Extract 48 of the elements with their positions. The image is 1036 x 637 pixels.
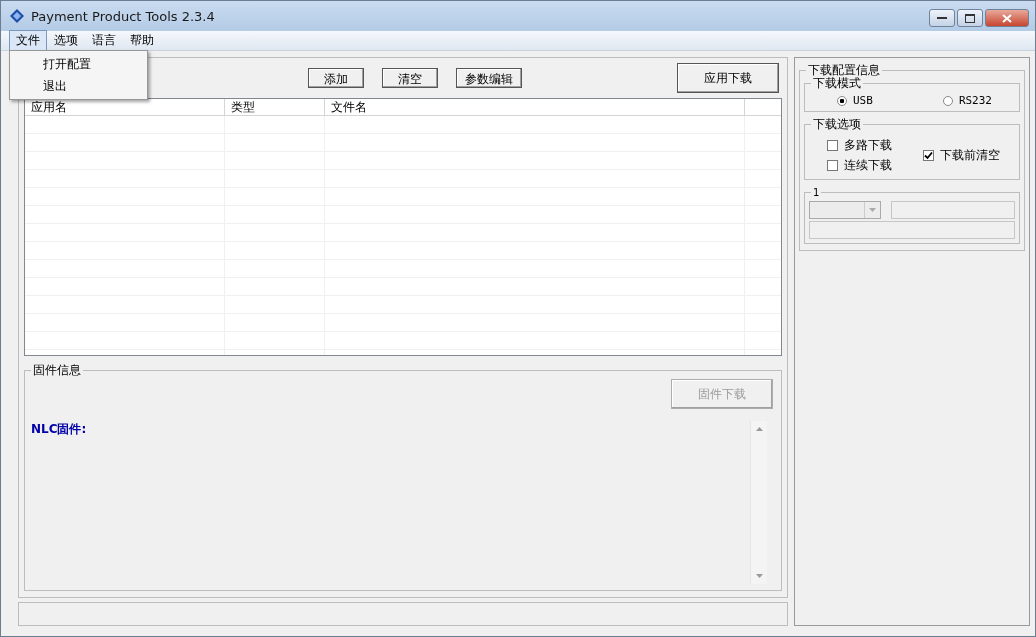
firmware-label: NLC固件: <box>31 421 88 438</box>
radio-label: USB <box>853 94 873 107</box>
menu-item[interactable]: 文件 <box>9 30 47 51</box>
checkbox[interactable] <box>827 139 838 151</box>
checkbox-label: 多路下载 <box>844 136 892 154</box>
checkbox-label: 连续下载 <box>844 156 892 174</box>
checkbox[interactable] <box>827 159 838 171</box>
check-icon <box>924 150 933 160</box>
download-button[interactable]: 应用下载 <box>677 63 779 93</box>
checkbox-option[interactable]: 下载前清空 <box>923 135 1015 175</box>
radio-button[interactable] <box>942 95 953 106</box>
menu-option[interactable]: 打开配置 <box>10 53 147 75</box>
close-button[interactable] <box>985 9 1029 27</box>
toolbar-button[interactable]: 清空 <box>382 68 438 88</box>
checkbox-option[interactable]: 连续下载 <box>827 155 923 175</box>
group-title: 下载选项 <box>811 117 863 131</box>
column-header[interactable]: 类型 <box>225 99 325 115</box>
scrollbar[interactable] <box>750 421 767 584</box>
group-title: 下载配置信息 <box>806 63 882 77</box>
minimize-button[interactable] <box>929 9 955 27</box>
checkbox-option[interactable]: 多路下载 <box>827 135 923 155</box>
radio-label: RS232 <box>958 94 992 107</box>
column-header[interactable]: 应用名 <box>25 99 225 115</box>
radio-button[interactable] <box>837 95 847 106</box>
menu-item[interactable]: 帮助 <box>123 30 161 51</box>
menu-item[interactable]: 选项 <box>47 30 85 51</box>
menu-item[interactable]: 语言 <box>85 30 123 51</box>
window-title: Payment Product Tools 2.3.4 <box>31 8 215 24</box>
maximize-icon <box>965 13 975 23</box>
text-field[interactable] <box>891 201 1015 219</box>
toolbar-button[interactable]: 参数编辑 <box>456 68 522 88</box>
group-title: 固件信息 <box>31 363 83 377</box>
minimize-icon <box>937 16 947 20</box>
column-header[interactable]: 文件名 <box>325 99 745 115</box>
radio-option[interactable]: RS232 <box>942 94 992 107</box>
checkbox-label: 下载前清空 <box>940 146 1000 164</box>
radio-option[interactable]: USB <box>837 94 873 107</box>
dropdown-arrow-icon <box>869 208 876 212</box>
scroll-down-icon[interactable] <box>755 574 763 578</box>
diamond-icon <box>9 8 25 24</box>
checkbox[interactable] <box>923 149 934 161</box>
menu-option[interactable]: 退出 <box>10 75 147 97</box>
group-title: 下载模式 <box>811 76 863 90</box>
scroll-up-icon[interactable] <box>755 427 763 431</box>
group-title: 1 <box>811 188 822 198</box>
toolbar-button[interactable]: 添加 <box>308 68 364 88</box>
close-icon <box>1002 13 1012 23</box>
maximize-button[interactable] <box>957 9 983 27</box>
